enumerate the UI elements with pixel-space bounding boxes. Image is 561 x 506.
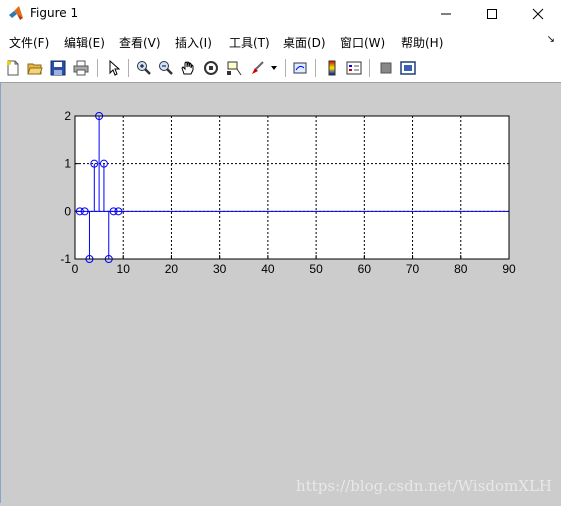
axes-background (75, 116, 509, 259)
stem-plot[interactable]: 0 10 20 30 40 50 60 70 80 90-1012 (1, 83, 561, 503)
menu-view[interactable]: 查看(V) (119, 34, 161, 51)
x-tick-label: 90 (502, 262, 516, 276)
figure-toolbar (0, 54, 561, 83)
show-plot-tools-icon[interactable] (398, 58, 418, 78)
x-tick-label: 10 (117, 262, 131, 276)
close-button[interactable] (515, 0, 561, 28)
chevron-icon[interactable]: ↘ (547, 34, 555, 45)
menu-desktop[interactable]: 桌面(D) (283, 34, 326, 51)
data-cursor-icon[interactable] (224, 58, 244, 78)
edit-plot-arrow-icon[interactable] (104, 58, 124, 78)
x-tick-label: 60 (358, 262, 372, 276)
brush-dropdown-icon[interactable] (268, 58, 280, 78)
menu-help[interactable]: 帮助(H) (401, 34, 443, 51)
x-tick-label: 70 (406, 262, 420, 276)
pan-hand-icon[interactable] (178, 58, 198, 78)
y-tick-label: 0 (64, 204, 71, 218)
colorbar-icon[interactable] (322, 58, 342, 78)
minimize-icon (441, 13, 451, 15)
y-tick-label: 1 (64, 157, 71, 171)
menu-file[interactable]: 文件(F) (9, 34, 49, 51)
close-icon (532, 8, 544, 20)
link-plot-icon[interactable] (290, 58, 310, 78)
toolbar-separator (285, 59, 286, 77)
menu-bar: 文件(F) 编辑(E) 查看(V) 插入(I) 工具(T) 桌面(D) 窗口(W… (0, 28, 561, 54)
toolbar-separator (97, 59, 98, 77)
menu-window[interactable]: 窗口(W) (340, 34, 385, 51)
y-tick-label: -1 (60, 252, 71, 266)
y-tick-label: 2 (64, 109, 71, 123)
x-tick-label: 20 (165, 262, 179, 276)
legend-icon[interactable] (344, 58, 364, 78)
matlab-logo-icon (9, 6, 23, 20)
maximize-icon (487, 9, 497, 19)
x-tick-label: 50 (309, 262, 323, 276)
toolbar-separator (369, 59, 370, 77)
zoom-in-icon[interactable] (134, 58, 154, 78)
menu-insert[interactable]: 插入(I) (175, 34, 212, 51)
maximize-button[interactable] (469, 0, 515, 28)
x-tick-label: 0 (72, 262, 79, 276)
open-file-icon[interactable] (25, 58, 45, 78)
zoom-out-icon[interactable] (156, 58, 176, 78)
new-figure-icon[interactable] (3, 58, 23, 78)
toolbar-separator (315, 59, 316, 77)
x-tick-label: 40 (261, 262, 275, 276)
hide-plot-tools-icon[interactable] (376, 58, 396, 78)
window-title: Figure 1 (30, 6, 79, 20)
figure-canvas[interactable]: 0 10 20 30 40 50 60 70 80 90 -1 0 1 2 https://blog.cs… (0, 83, 561, 503)
x-tick-label: 80 (454, 262, 468, 276)
save-icon[interactable] (48, 58, 68, 78)
print-icon[interactable] (71, 58, 91, 78)
title-bar[interactable]: Figure 1 (0, 0, 561, 28)
x-tick-label: 30 (213, 262, 227, 276)
minimize-button[interactable] (423, 0, 469, 28)
menu-edit[interactable]: 编辑(E) (64, 34, 105, 51)
toolbar-separator (128, 59, 129, 77)
menu-tools[interactable]: 工具(T) (229, 34, 270, 51)
brush-icon[interactable] (248, 58, 268, 78)
rotate-3d-icon[interactable] (201, 58, 221, 78)
watermark-text: https://blog.csdn.net/WisdomXLH (296, 477, 552, 495)
